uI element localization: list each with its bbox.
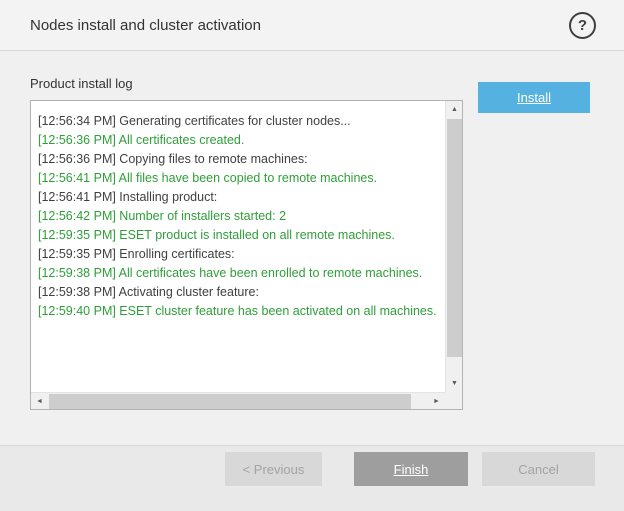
previous-button[interactable]: < Previous [225,452,322,486]
help-button[interactable]: ? [569,12,596,39]
question-mark-icon: ? [578,17,587,34]
scrollbar-corner [445,392,462,409]
log-line: [12:56:36 PM] Copying files to remote ma… [38,150,443,169]
scroll-up-icon[interactable]: ▲ [446,101,463,118]
install-log-box: [12:56:34 PM] Generating certificates fo… [30,100,463,410]
wizard-dialog: Nodes install and cluster activation ? P… [0,0,624,511]
vertical-scroll-thumb[interactable] [447,119,462,357]
horizontal-scrollbar[interactable]: ◄ ► [31,392,445,409]
log-line: [12:59:38 PM] Activating cluster feature… [38,283,443,302]
log-line: [12:56:36 PM] All certificates created. [38,131,443,150]
dialog-header: Nodes install and cluster activation ? [0,0,624,51]
finish-button[interactable]: Finish [354,452,468,486]
log-line: [12:59:38 PM] All certificates have been… [38,264,443,283]
horizontal-scroll-thumb[interactable] [49,394,411,409]
log-line: [12:59:35 PM] ESET product is installed … [38,226,443,245]
log-line: [12:56:41 PM] All files have been copied… [38,169,443,188]
log-lines[interactable]: [12:56:34 PM] Generating certificates fo… [31,101,445,392]
install-log-label: Product install log [30,76,133,91]
scroll-left-icon[interactable]: ◄ [31,393,48,409]
vertical-scrollbar[interactable]: ▲ ▼ [445,101,462,392]
cancel-button[interactable]: Cancel [482,452,595,486]
page-title: Nodes install and cluster activation [30,17,569,34]
dialog-footer: < Previous Finish Cancel [0,445,624,511]
install-button[interactable]: Install [478,82,590,113]
scroll-down-icon[interactable]: ▼ [446,375,463,392]
log-line: [12:56:41 PM] Installing product: [38,188,443,207]
log-line: [12:56:42 PM] Number of installers start… [38,207,443,226]
scroll-right-icon[interactable]: ► [428,393,445,409]
log-line: [12:56:34 PM] Generating certificates fo… [38,112,443,131]
log-line: [12:59:35 PM] Enrolling certificates: [38,245,443,264]
log-line: [12:59:40 PM] ESET cluster feature has b… [38,302,443,321]
